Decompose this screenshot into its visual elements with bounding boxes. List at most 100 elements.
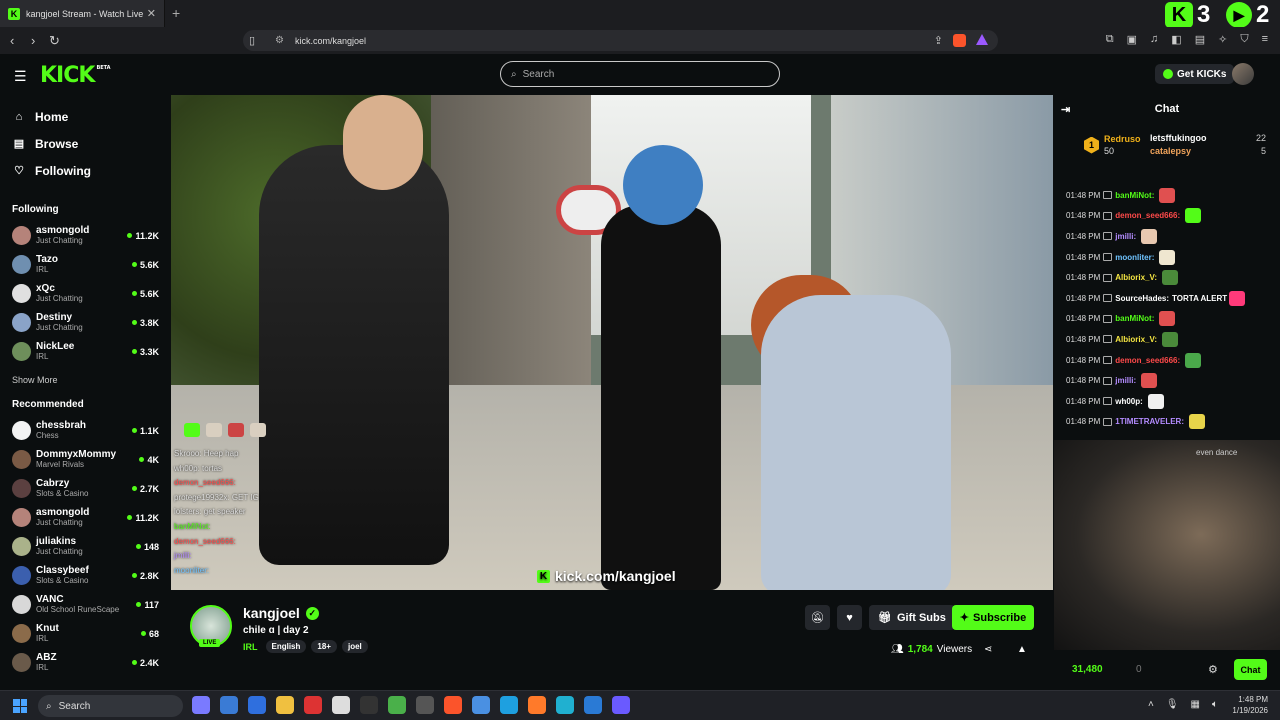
taskbar-app-icon[interactable]	[584, 696, 602, 714]
video-player[interactable]: Skrooo: Heep hap wh00p: tortas demon_seed6…	[171, 95, 1053, 590]
channel-text: chessbrah Chess	[36, 420, 86, 441]
taskbar-search[interactable]: ⌕ Search	[38, 695, 183, 717]
taskbar-app-icon[interactable]	[192, 696, 210, 714]
taskbar-app-icon[interactable]	[444, 696, 462, 714]
close-tab-icon[interactable]: ✕	[147, 7, 156, 20]
sidebar-channel[interactable]: Classybeef Slots & Casino 2.8K	[0, 561, 170, 590]
message-username[interactable]: Albiorix_V:	[1115, 335, 1157, 344]
chat-send-button[interactable]: Chat	[1234, 659, 1267, 680]
message-username[interactable]: banMiNot:	[1115, 191, 1154, 200]
message-username[interactable]: Albiorix_V:	[1115, 273, 1157, 282]
windows-start-icon[interactable]	[13, 699, 27, 713]
volume-icon[interactable]: 🔈︎	[1212, 699, 1218, 710]
new-tab-icon[interactable]: +	[172, 5, 180, 21]
media-icon[interactable]: ▣	[1127, 33, 1137, 46]
tag-18plus[interactable]: 18+	[311, 640, 337, 653]
user-avatar[interactable]	[1232, 63, 1254, 85]
streamer-name[interactable]: kangjoel ✓	[243, 605, 319, 621]
sidebar-toggle-icon[interactable]: ◧	[1171, 33, 1181, 46]
message-username[interactable]: SourceHades:	[1115, 294, 1169, 303]
message-username[interactable]: 1TIMETRAVELER:	[1115, 417, 1184, 426]
taskbar-app-icon[interactable]	[360, 696, 378, 714]
sidebar-channel[interactable]: ABZ IRL 2.4K	[0, 648, 170, 677]
channel-viewers: 11.2K	[127, 513, 159, 523]
wallet-icon[interactable]: ▤	[1195, 33, 1205, 46]
sidebar-channel[interactable]: Tazo IRL 5.6K	[0, 250, 170, 279]
taskbar-app-icon[interactable]	[556, 696, 574, 714]
sidebar-channel[interactable]: Cabrzy Slots & Casino 2.7K	[0, 474, 170, 503]
taskbar-app-icon[interactable]	[500, 696, 518, 714]
sidebar-channel[interactable]: Knut IRL 68	[0, 619, 170, 648]
sidebar-channel[interactable]: Destiny Just Chatting 3.8K	[0, 308, 170, 337]
taskbar-app-icon[interactable]	[248, 696, 266, 714]
sidebar-channel[interactable]: VANC Old School RuneScape 117	[0, 590, 170, 619]
taskbar-app-icon[interactable]	[472, 696, 490, 714]
message-username[interactable]: jmilli:	[1115, 376, 1136, 385]
taskbar-app-icon[interactable]	[612, 696, 630, 714]
browser-tab[interactable]: K kangjoel Stream - Watch Live ✕	[0, 0, 165, 27]
message-username[interactable]: demon_seed666:	[1115, 211, 1180, 220]
sidebar-item-browse[interactable]: ▤ Browse	[0, 130, 170, 157]
sidebar-channel[interactable]: juliakins Just Chatting 148	[0, 532, 170, 561]
network-icon[interactable]: ▦	[1191, 699, 1200, 710]
leader-name: Redruso	[1104, 134, 1141, 144]
get-kicks-button[interactable]: Get KICKs	[1155, 64, 1235, 84]
channel-text: DommyxMommy Marvel Rivals	[36, 449, 116, 470]
message-username[interactable]: jmilli:	[1115, 232, 1136, 241]
message-username[interactable]: banMiNot:	[1115, 314, 1154, 323]
sidebar-channel[interactable]: chessbrah Chess 1.1K	[0, 416, 170, 445]
report-icon[interactable]: ▲	[1017, 644, 1027, 655]
microphone-icon[interactable]: 🎙︎	[1166, 699, 1179, 710]
taskbar-app-icon[interactable]	[304, 696, 322, 714]
taskbar-app-icon[interactable]	[276, 696, 294, 714]
taskbar-app-icon[interactable]	[332, 696, 350, 714]
brave-rewards-icon[interactable]	[976, 34, 988, 45]
url-field[interactable]: ▯ ⚙ kick.com/kangjoel ⇪	[243, 30, 998, 51]
message-username[interactable]: moonliter:	[1115, 253, 1154, 262]
search-bar[interactable]: ⌕	[500, 61, 780, 87]
reload-icon[interactable]: ↻	[49, 33, 60, 49]
back-icon[interactable]: ‹	[10, 33, 14, 48]
sidebar-channel[interactable]: xQc Just Chatting 5.6K	[0, 279, 170, 308]
search-input[interactable]	[522, 68, 743, 80]
sidebar-channel[interactable]: NickLee IRL 3.3K	[0, 337, 170, 366]
forward-icon[interactable]: ›	[31, 33, 35, 48]
mute-notifications-button[interactable]: 🔕︎	[805, 605, 830, 630]
leo-icon[interactable]: ✧	[1218, 33, 1227, 46]
brave-shield-icon[interactable]	[953, 34, 966, 47]
extensions-icon[interactable]: ⧉	[1106, 33, 1114, 46]
site-settings-icon[interactable]: ⚙	[275, 35, 284, 46]
category-link[interactable]: IRL	[243, 642, 258, 652]
message-username[interactable]: demon_seed666:	[1115, 356, 1180, 365]
tag-english[interactable]: English	[265, 640, 307, 653]
clock[interactable]: 1:48 PM 1/19/2026	[1226, 694, 1268, 716]
taskbar-app-icon[interactable]	[388, 696, 406, 714]
follow-button[interactable]: ♥	[837, 605, 862, 630]
sidebar-channel[interactable]: asmongold Just Chatting 11.2K	[0, 221, 170, 250]
subscribe-button[interactable]: ✦ Subscribe	[952, 605, 1034, 630]
music-icon[interactable]: ♫	[1150, 33, 1158, 46]
taskbar-app-icon[interactable]	[220, 696, 238, 714]
message-username[interactable]: wh00p:	[1115, 397, 1143, 406]
show-more-button[interactable]: Show More	[0, 375, 170, 385]
menu-icon[interactable]: ☰	[14, 68, 27, 85]
bookmark-icon[interactable]: ▯	[249, 34, 255, 47]
sidebar-item-home[interactable]: ⌂ Home	[0, 103, 170, 130]
share-icon[interactable]: ⇪	[934, 34, 943, 47]
kicks-balance[interactable]: 31,480	[1072, 664, 1103, 675]
taskbar-app-icon[interactable]	[416, 696, 434, 714]
vpn-icon[interactable]: ⛉	[1240, 33, 1248, 46]
gift-subs-button[interactable]: 🎁︎ Gift Subs	[869, 605, 955, 630]
sidebar-channel[interactable]: DommyxMommy Marvel Rivals 4K	[0, 445, 170, 474]
overlay-chat: Skrooo: Heep hap wh00p: tortas demon_seed6…	[174, 447, 284, 578]
taskbar-app-icon[interactable]	[528, 696, 546, 714]
sidebar-item-following[interactable]: ♡ Following	[0, 157, 170, 184]
tag-joel[interactable]: joel	[341, 640, 368, 653]
kick-logo[interactable]: KICK BETA	[40, 63, 111, 88]
chevron-up-icon[interactable]: ˄	[1148, 699, 1154, 710]
collapse-chat-icon[interactable]: ⇥	[1061, 103, 1070, 116]
sidebar-channel[interactable]: asmongold Just Chatting 11.2K	[0, 503, 170, 532]
chat-settings-icon[interactable]: ⚙	[1208, 663, 1218, 676]
share-icon[interactable]: ⋖	[984, 644, 992, 655]
menu-icon[interactable]: ≡	[1262, 33, 1268, 46]
